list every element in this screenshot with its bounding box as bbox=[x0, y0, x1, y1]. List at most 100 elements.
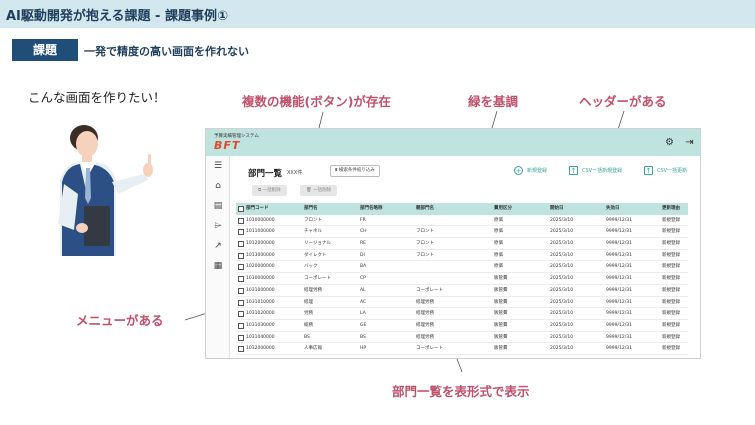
menu-icon[interactable]: ☰ bbox=[212, 160, 224, 172]
table-cell: 1031010000 bbox=[246, 299, 275, 305]
table-cell: 1030000000 bbox=[246, 276, 275, 282]
table-cell: 販管費 bbox=[494, 334, 508, 340]
chart-icon[interactable]: ↗ bbox=[212, 240, 224, 252]
table-cell: 2025/3/10 bbox=[550, 334, 574, 340]
bulk-delete-label: 一括削除 bbox=[262, 188, 281, 193]
select-all-checkbox[interactable] bbox=[238, 206, 244, 212]
table-row[interactable]: 1010000000 フロント FR 原価 2025/3/10 9999/12/31 新規登… bbox=[236, 215, 688, 227]
table-cell: 原価 bbox=[494, 241, 503, 247]
table-cell: 販管費 bbox=[494, 311, 508, 317]
bulk-delete-label-2: 一括削除 bbox=[313, 188, 332, 193]
table-row[interactable]: 1031000000 経理労務 AL コーポレート 販管費 2025/3/10 9999/1… bbox=[236, 285, 688, 297]
record-count: XXX件 bbox=[287, 170, 303, 176]
table-row[interactable]: 1030000000 コーポレート CP 販管費 2025/3/10 9999/12/31… bbox=[236, 273, 688, 285]
table-cell: 1031030000 bbox=[246, 322, 275, 328]
table-cell: 新規登録 bbox=[662, 252, 680, 258]
callout-buttons: 複数の機能(ボタン)が存在 bbox=[242, 94, 391, 109]
table-row[interactable]: 1011000000 チャネル CH フロント 原価 2025/3/10 9999/12/3… bbox=[236, 226, 688, 239]
table-cell: 新規登録 bbox=[662, 229, 680, 235]
column-header: 開始日 bbox=[550, 206, 564, 211]
page-title: 部門一覧 bbox=[248, 169, 283, 179]
table-cell: 1010000000 bbox=[246, 217, 275, 223]
table-cell: 経理労務 bbox=[416, 334, 434, 340]
table-cell: 2025/3/10 bbox=[550, 322, 574, 328]
presenter-illustration bbox=[58, 125, 153, 256]
table-cell: 新規登録 bbox=[662, 299, 680, 305]
table-cell: 経理労務 bbox=[304, 287, 322, 293]
row-checkbox[interactable] bbox=[238, 229, 244, 236]
home-icon[interactable]: ⌂ bbox=[212, 180, 224, 192]
row-checkbox[interactable] bbox=[238, 241, 244, 248]
table-row[interactable]: 1031040000 BS BS 経理労務 販管費 2025/3/10 9999/12/31… bbox=[236, 332, 688, 344]
table-cell: 経理 bbox=[304, 299, 313, 305]
table-row[interactable]: 1031030000 総務 GE 経理労務 販管費 2025/3/10 9999/12/31… bbox=[236, 320, 688, 332]
logout-icon[interactable]: ⇥ bbox=[684, 137, 695, 148]
settings-list-icon[interactable]: ▦ bbox=[212, 260, 224, 272]
new-register-label: 新規登録 bbox=[527, 168, 548, 174]
table-row[interactable]: 1031020000 労務 LA 経理労務 販管費 2025/3/10 9999/12/31… bbox=[236, 308, 688, 320]
id-card-icon[interactable]: ▤ bbox=[212, 200, 224, 212]
column-header: 部門名 bbox=[304, 206, 318, 211]
app-logo: BFT bbox=[214, 139, 241, 152]
table-row[interactable]: 1013000000 ダイレクト DI フロント 原価 2025/3/10 9999/12/… bbox=[236, 250, 688, 262]
table-cell: 2025/3/10 bbox=[550, 276, 574, 282]
table-cell: DI bbox=[360, 252, 365, 258]
table-cell: 販管費 bbox=[494, 287, 508, 293]
row-checkbox[interactable] bbox=[238, 217, 244, 224]
table-row[interactable]: 1012000000 リージョナル RE フロント 原価 2025/3/10 9999/12… bbox=[236, 238, 688, 250]
table-cell: 1013000000 bbox=[246, 252, 275, 258]
table-cell: 1011000000 bbox=[246, 229, 275, 235]
row-checkbox[interactable] bbox=[238, 322, 244, 329]
row-checkbox[interactable] bbox=[238, 287, 244, 294]
table-cell: バック bbox=[304, 264, 318, 270]
row-checkbox[interactable] bbox=[238, 276, 244, 283]
table-cell: 新規登録 bbox=[662, 322, 680, 328]
department-table: 部門コード 部門名 部門名略称 親部門名 費用区分 開始日 失効日 更新理由 101000000… bbox=[236, 203, 688, 355]
table-cell: HP bbox=[360, 346, 367, 352]
bulk-delete-button[interactable]: ⧉ 一括削除 bbox=[252, 185, 287, 196]
table-row[interactable]: 1020000000 バック BA 原価 2025/3/10 9999/12/31 新規登録 bbox=[236, 261, 688, 274]
table-cell: 新規登録 bbox=[662, 276, 680, 282]
app-mockup: 予算実績管理システム BFT ⚙ ⇥ ☰ ⌂ ▤ ⌲ ↗ ▦ 部門一覧 XXX件… bbox=[205, 128, 701, 359]
csv-new-register-button[interactable]: ↑ CSV一括新規登録 bbox=[569, 166, 622, 175]
row-checkbox[interactable] bbox=[238, 299, 244, 306]
row-checkbox[interactable] bbox=[238, 334, 244, 341]
row-checkbox[interactable] bbox=[238, 346, 244, 353]
upload-icon: ↑ bbox=[644, 166, 653, 175]
bulk-delete-button-2[interactable]: 🗑 一括削除 bbox=[300, 185, 338, 196]
new-register-button[interactable]: + 新規登録 bbox=[514, 166, 547, 175]
table-cell: リージョナル bbox=[304, 241, 331, 247]
table-row[interactable]: 1031010000 経理 AC 経理労務 販管費 2025/3/10 9999/12/31… bbox=[236, 297, 688, 309]
row-checkbox[interactable] bbox=[238, 264, 244, 271]
table-cell: AL bbox=[360, 287, 366, 293]
row-checkbox[interactable] bbox=[238, 311, 244, 318]
gear-icon[interactable]: ⚙ bbox=[664, 137, 675, 148]
callout-menu: メニューがある bbox=[76, 313, 164, 328]
filter-label: 検索条件絞り込み bbox=[338, 168, 375, 173]
table-row[interactable]: 1032000000 人事広報 HP コーポレート 販管費 2025/3/10 9999/1… bbox=[236, 343, 688, 355]
table-cell: 2025/3/10 bbox=[550, 241, 574, 247]
table-cell: 原価 bbox=[494, 264, 503, 270]
table-cell: 9999/12/31 bbox=[606, 229, 632, 235]
slide-header: AI駆動開発が抱える課題 - 課題事例① bbox=[0, 0, 755, 28]
table-cell: 新規登録 bbox=[662, 217, 680, 223]
csv-update-label: CSV一括更新 bbox=[657, 168, 688, 174]
table-cell: 9999/12/31 bbox=[606, 217, 632, 223]
table-cell: 2025/3/10 bbox=[550, 264, 574, 270]
column-header: 更新理由 bbox=[662, 206, 680, 211]
csv-update-button[interactable]: ↑ CSV一括更新 bbox=[644, 166, 687, 175]
table-cell: GE bbox=[360, 322, 367, 328]
table-cell: 新規登録 bbox=[662, 264, 680, 270]
table-cell: RE bbox=[360, 241, 366, 247]
table-cell: 2025/3/10 bbox=[550, 299, 574, 305]
table-cell: 1012000000 bbox=[246, 241, 275, 247]
row-checkbox[interactable] bbox=[238, 252, 244, 259]
filter-button[interactable]: ⩩ 検索条件絞り込み bbox=[330, 165, 380, 177]
table-cell: フロント bbox=[416, 241, 434, 247]
table-cell: 原価 bbox=[494, 229, 503, 235]
csv-new-register-label: CSV一括新規登録 bbox=[582, 168, 623, 174]
tag-icon[interactable]: ⌲ bbox=[212, 220, 224, 232]
callout-header: ヘッダーがある bbox=[579, 94, 667, 109]
table-cell: 1031000000 bbox=[246, 287, 275, 293]
table-cell: 9999/12/31 bbox=[606, 287, 632, 293]
